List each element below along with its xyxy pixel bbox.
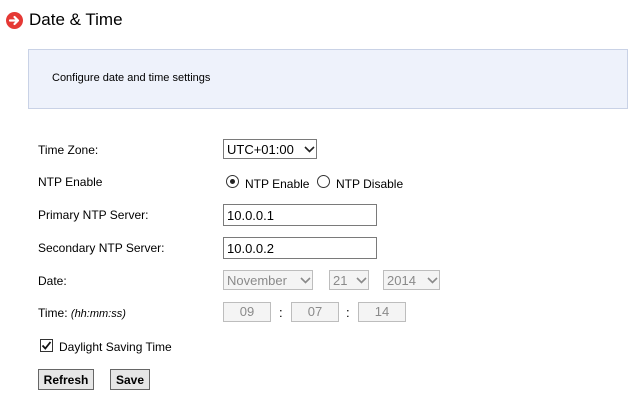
date-label: Date: [38, 274, 67, 288]
refresh-button[interactable]: Refresh [38, 369, 94, 390]
month-select[interactable]: November [223, 270, 313, 290]
chevron-down-icon [354, 270, 368, 290]
time-zone-select[interactable]: UTC+01:00 [223, 139, 317, 159]
checkmark-icon [41, 341, 52, 350]
ntp-enable-option-label: NTP Enable [245, 177, 310, 191]
chevron-down-icon [302, 139, 316, 159]
day-select[interactable]: 21 [329, 270, 369, 290]
info-panel: Configure date and time settings [28, 49, 628, 109]
second-input[interactable]: 14 [358, 302, 406, 322]
time-zone-label: Time Zone: [38, 143, 99, 157]
time-label-text: Time: [38, 306, 68, 320]
year-select[interactable]: 2014 [383, 270, 440, 290]
year-value: 2014 [387, 272, 416, 288]
chevron-down-icon [298, 270, 312, 290]
time-zone-value: UTC+01:00 [227, 141, 294, 157]
time-format-hint: (hh:mm:ss) [70, 308, 126, 320]
ntp-disable-radio[interactable] [317, 175, 330, 188]
save-button[interactable]: Save [110, 369, 150, 390]
page-header: Date & Time [6, 9, 123, 31]
time-separator: : [346, 305, 350, 320]
ntp-enable-label: NTP Enable [38, 175, 103, 189]
daylight-saving-label: Daylight Saving Time [59, 340, 172, 354]
month-value: November [227, 272, 287, 288]
minute-input[interactable]: 07 [291, 302, 339, 322]
arrow-right-circle-icon [6, 11, 23, 29]
secondary-ntp-input[interactable] [223, 237, 377, 259]
chevron-down-icon [425, 270, 439, 290]
hour-input[interactable]: 09 [223, 302, 271, 322]
day-value: 21 [333, 272, 348, 288]
daylight-saving-checkbox[interactable] [40, 339, 53, 352]
ntp-disable-option-label: NTP Disable [336, 177, 404, 191]
time-label: Time: (hh:mm:ss) [38, 306, 126, 320]
primary-ntp-input[interactable] [223, 204, 377, 226]
primary-ntp-label: Primary NTP Server: [38, 208, 149, 222]
page-title: Date & Time [29, 10, 123, 29]
secondary-ntp-label: Secondary NTP Server: [38, 241, 165, 255]
ntp-enable-radio[interactable] [226, 175, 239, 188]
time-separator: : [279, 305, 283, 320]
info-text: Configure date and time settings [52, 72, 211, 84]
